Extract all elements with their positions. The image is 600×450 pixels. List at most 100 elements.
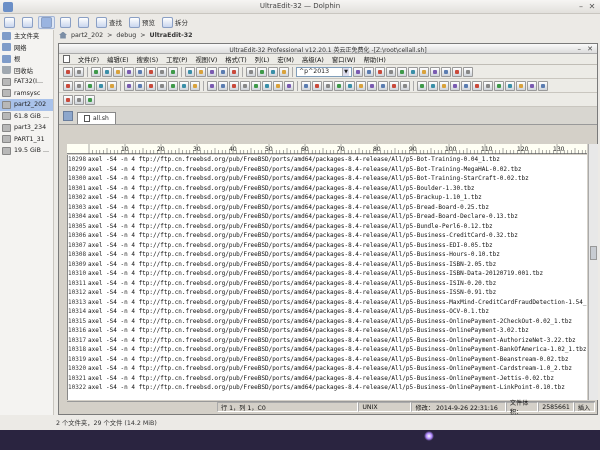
places-item[interactable]: part3_234: [0, 122, 53, 134]
toolbar-button[interactable]: [527, 80, 537, 91]
editor-line[interactable]: 10307 axel -S4 -n 4 ftp://ftp.cn.freebsd.…: [68, 241, 587, 251]
toolbar-button[interactable]: [240, 80, 250, 91]
toolbar-button[interactable]: [96, 80, 106, 91]
editor-line[interactable]: 10300 axel -S4 -n 4 ftp://ftp.cn.freebsd.…: [68, 174, 587, 184]
toolbar-button[interactable]: [102, 66, 112, 77]
toolbar-button[interactable]: [157, 80, 167, 91]
toolbar-button[interactable]: [367, 80, 377, 91]
toolbar-button[interactable]: [157, 66, 167, 77]
search-combo[interactable]: ^p^2013 ▼: [296, 66, 352, 77]
menu-item[interactable]: 帮助(H): [364, 55, 386, 64]
places-item[interactable]: 根: [0, 53, 53, 65]
toolbar-button[interactable]: [218, 66, 228, 77]
toolbar-button[interactable]: [430, 66, 440, 77]
toolbar-button[interactable]: [538, 80, 548, 91]
editor-line[interactable]: 10313 axel -S4 -n 4 ftp://ftp.cn.freebsd.…: [68, 298, 587, 308]
file-list-icon[interactable]: [63, 111, 73, 121]
menu-item[interactable]: 列(L): [255, 55, 270, 64]
places-item[interactable]: 回收站: [0, 65, 53, 77]
toolbar-button[interactable]: [85, 94, 95, 105]
toolbar-button[interactable]: [323, 80, 333, 91]
places-item[interactable]: 主文件夹: [0, 30, 53, 42]
menu-item[interactable]: 编辑(E): [107, 55, 129, 64]
toolbar-button[interactable]: [301, 80, 311, 91]
toolbar-button[interactable]: [257, 66, 267, 77]
menu-item[interactable]: 窗口(W): [332, 55, 356, 64]
chevron-down-icon[interactable]: ▼: [342, 67, 349, 76]
toolbar-button[interactable]: [452, 66, 462, 77]
editor-line[interactable]: 10298 axel -S4 -n 4 ftp://ftp.cn.freebsd.…: [68, 155, 587, 165]
editor-line[interactable]: 10306 axel -S4 -n 4 ftp://ftp.cn.freebsd.…: [68, 231, 587, 241]
toolbar-button[interactable]: [273, 80, 283, 91]
toolbar-button[interactable]: [428, 80, 438, 91]
menu-item[interactable]: 文件(F): [78, 55, 99, 64]
toolbar-button[interactable]: [85, 80, 95, 91]
menu-item[interactable]: 搜索(S): [137, 55, 159, 64]
toolbar-button[interactable]: [463, 66, 473, 77]
toolbar-button[interactable]: [461, 80, 471, 91]
toolbar-button[interactable]: [190, 80, 200, 91]
menu-item[interactable]: 格式(T): [225, 55, 246, 64]
minimize-icon[interactable]: –: [576, 2, 586, 12]
menu-item[interactable]: 视图(V): [195, 55, 217, 64]
toolbar-button[interactable]: [63, 80, 73, 91]
minimize-icon[interactable]: –: [578, 44, 582, 54]
places-item[interactable]: part2_202: [0, 99, 53, 111]
editor-line[interactable]: 10305 axel -S4 -n 4 ftp://ftp.cn.freebsd.…: [68, 222, 587, 232]
toolbar-button[interactable]: [229, 80, 239, 91]
tab-all-sh[interactable]: all.sh: [77, 112, 116, 124]
dolphin-titlebar[interactable]: UltraEdit-32 — Dolphin – ✕: [0, 0, 600, 14]
view-details-button[interactable]: [58, 16, 73, 29]
vertical-scrollbar[interactable]: [588, 144, 598, 400]
toolbar-button[interactable]: [135, 66, 145, 77]
toolbar-button[interactable]: [450, 80, 460, 91]
forward-button[interactable]: [20, 16, 35, 29]
editor-line[interactable]: 10308 axel -S4 -n 4 ftp://ftp.cn.freebsd.…: [68, 250, 587, 260]
editor-line[interactable]: 10301 axel -S4 -n 4 ftp://ftp.cn.freebsd.…: [68, 184, 587, 194]
breadcrumb-item[interactable]: debug: [116, 32, 136, 39]
toolbar-button[interactable]: [375, 66, 385, 77]
toolbar-button[interactable]: [113, 66, 123, 77]
toolbar-button[interactable]: [284, 80, 294, 91]
toolbar-button[interactable]: [168, 80, 178, 91]
preview-button[interactable]: 预览: [127, 16, 157, 29]
toolbar-button[interactable]: [279, 66, 289, 77]
toolbar-button[interactable]: [439, 80, 449, 91]
toolbar-button[interactable]: [135, 80, 145, 91]
toolbar-button[interactable]: [364, 66, 374, 77]
ultraedit-titlebar[interactable]: UltraEdit-32 Professional v12.20.1 英云正免费…: [59, 44, 597, 54]
toolbar-button[interactable]: [124, 80, 134, 91]
toolbar-button[interactable]: [251, 80, 261, 91]
places-item[interactable]: 网络: [0, 42, 53, 54]
editor-line[interactable]: 10316 axel -S4 -n 4 ftp://ftp.cn.freebsd.…: [68, 326, 587, 336]
toolbar-button[interactable]: [389, 80, 399, 91]
toolbar-button[interactable]: [441, 66, 451, 77]
editor-line[interactable]: 10317 axel -S4 -n 4 ftp://ftp.cn.freebsd.…: [68, 336, 587, 346]
toolbar-button[interactable]: [268, 66, 278, 77]
editor-line[interactable]: 10312 axel -S4 -n 4 ftp://ftp.cn.freebsd.…: [68, 288, 587, 298]
back-button[interactable]: [2, 16, 17, 29]
editor-line[interactable]: 10319 axel -S4 -n 4 ftp://ftp.cn.freebsd.…: [68, 355, 587, 365]
toolbar-button[interactable]: [74, 94, 84, 105]
toolbar-button[interactable]: [229, 66, 239, 77]
toolbar-button[interactable]: [386, 66, 396, 77]
toolbar-button[interactable]: [483, 80, 493, 91]
toolbar-button[interactable]: [356, 80, 366, 91]
editor-line[interactable]: 10315 axel -S4 -n 4 ftp://ftp.cn.freebsd.…: [68, 317, 587, 327]
toolbar-button[interactable]: [408, 66, 418, 77]
toolbar-button[interactable]: [124, 66, 134, 77]
places-item[interactable]: 61.8 GiB ...: [0, 111, 53, 123]
scrollbar-thumb[interactable]: [590, 246, 597, 261]
toolbar-button[interactable]: [419, 66, 429, 77]
breadcrumb-item[interactable]: part2_202: [71, 32, 103, 39]
editor-line[interactable]: 10309 axel -S4 -n 4 ftp://ftp.cn.freebsd.…: [68, 260, 587, 270]
editor-line[interactable]: 10304 axel -S4 -n 4 ftp://ftp.cn.freebsd.…: [68, 212, 587, 222]
breadcrumb-item-current[interactable]: UltraEdit-32: [150, 32, 193, 39]
text-editor[interactable]: 10298 axel -S4 -n 4 ftp://ftp.cn.freebsd.…: [67, 155, 587, 400]
places-item[interactable]: 19.5 GiB ...: [0, 145, 53, 157]
toolbar-button[interactable]: [334, 80, 344, 91]
toolbar-button[interactable]: [262, 80, 272, 91]
toolbar-button[interactable]: [417, 80, 427, 91]
toolbar-button[interactable]: [312, 80, 322, 91]
toolbar-button[interactable]: [218, 80, 228, 91]
